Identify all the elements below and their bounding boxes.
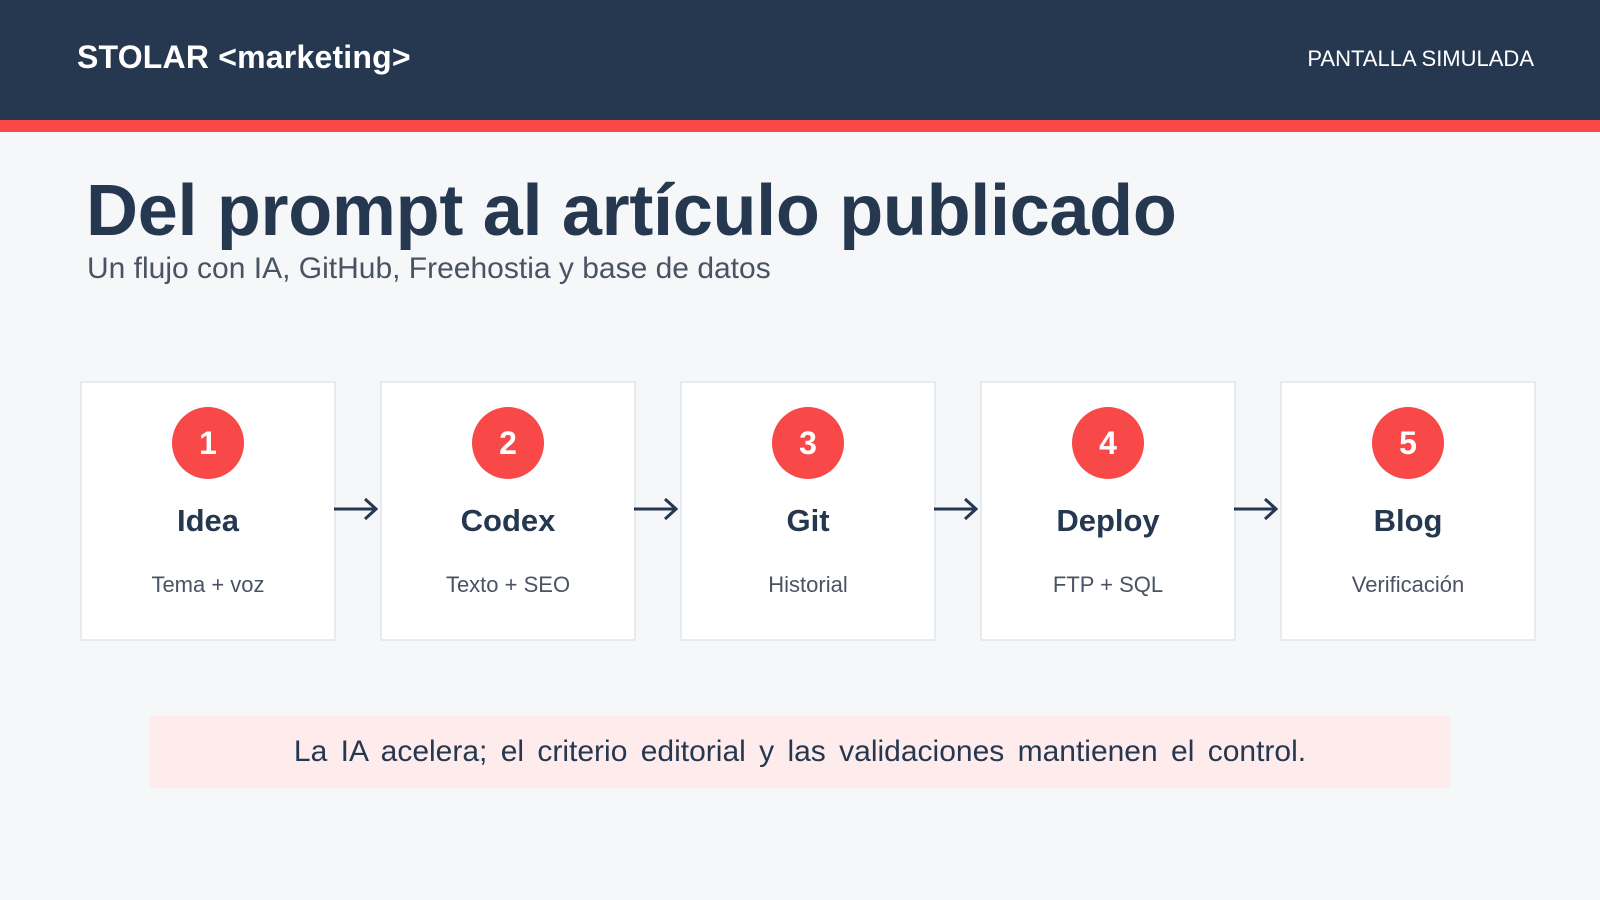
step-subtitle: Verificación [1351,572,1465,597]
workflow-steps: 1 Idea Tema + voz 2 Codex Texto + SEO 3 … [80,381,1536,641]
step-number-badge: 1 [172,407,244,479]
callout-banner: La IA acelera; el criterio editorial y l… [150,716,1450,788]
step-card-git: 3 Git Historial [680,381,936,641]
step-card-codex: 2 Codex Texto + SEO [380,381,636,641]
step-card-idea: 1 Idea Tema + voz [80,381,336,641]
step-title: Deploy [1056,503,1160,538]
step-title: Codex [460,503,556,538]
brand-logo-text: STOLAR <marketing> [77,39,411,75]
step-title: Idea [176,503,240,538]
top-header-bar: STOLAR <marketing> PANTALLA SIMULADA [0,0,1600,120]
step-title: Blog [1373,503,1443,538]
page-subtitle: Un flujo con IA, GitHub, Freehostia y ba… [87,252,771,285]
header-accent-stripe [0,120,1600,132]
step-number-badge: 3 [772,407,844,479]
simulated-screen-label: PANTALLA SIMULADA [1307,46,1534,71]
step-number-badge: 5 [1372,407,1444,479]
right-arrow-icon [334,497,378,521]
step-subtitle: Historial [768,572,848,597]
right-arrow-icon [1234,497,1278,521]
step-title: Git [786,503,830,538]
step-subtitle: FTP + SQL [1052,572,1164,597]
step-number-badge: 4 [1072,407,1144,479]
step-card-blog: 5 Blog Verificación [1280,381,1536,641]
right-arrow-icon [634,497,678,521]
page-title: Del prompt al artículo publicado [86,171,1177,251]
step-subtitle: Texto + SEO [445,572,571,597]
step-number-badge: 2 [472,407,544,479]
right-arrow-icon [934,497,978,521]
step-card-deploy: 4 Deploy FTP + SQL [980,381,1236,641]
step-subtitle: Tema + voz [151,572,265,597]
